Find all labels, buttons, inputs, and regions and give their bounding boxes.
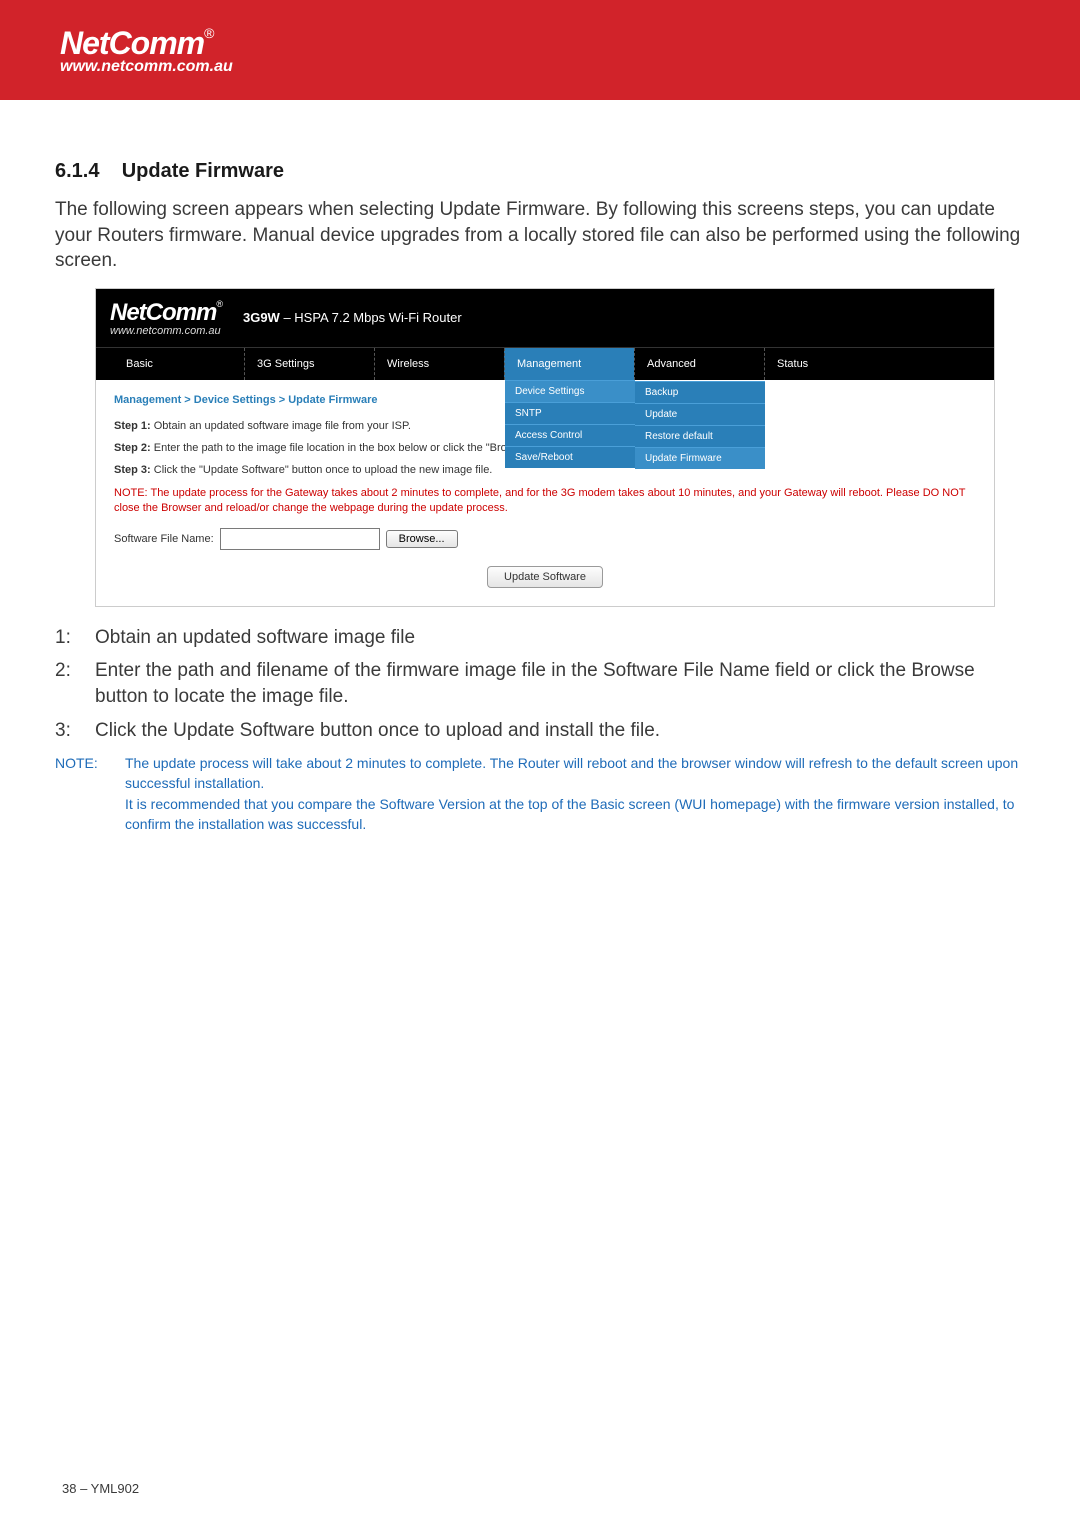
- note-line-1: The update process will take about 2 min…: [125, 753, 1025, 794]
- section-number: 6.1.4: [55, 160, 99, 182]
- browse-button-label: Browse...: [399, 533, 445, 545]
- list-item: 2: Enter the path and filename of the fir…: [55, 658, 1025, 709]
- menu-access-control-label: Access Control: [515, 430, 582, 441]
- tab-management-label: Management: [517, 358, 581, 370]
- menu-sntp[interactable]: SNTP: [505, 402, 635, 424]
- tab-3g-label: 3G Settings: [257, 358, 314, 370]
- brand-header: NetComm® www.netcomm.com.au: [0, 0, 1080, 100]
- submenu-backup-label: Backup: [645, 387, 678, 398]
- router-tab-bar: Basic 3G Settings Wireless Management De…: [96, 347, 994, 380]
- page-footer: 38 – YML902: [62, 1481, 139, 1496]
- intro-paragraph: The following screen appears when select…: [55, 197, 1025, 274]
- step-3-label: Step 3:: [114, 464, 151, 476]
- management-dropdown: Device Settings Backup Update Restore de…: [505, 380, 635, 468]
- tab-3g-settings[interactable]: 3G Settings: [244, 348, 374, 380]
- tab-status-label: Status: [777, 358, 808, 370]
- router-model-sep: –: [280, 310, 294, 325]
- list-text: Enter the path and filename of the firmw…: [95, 658, 1025, 709]
- page-note: NOTE: The update process will take about…: [55, 753, 1025, 834]
- tab-basic[interactable]: Basic: [114, 348, 244, 380]
- submenu-update-firmware-label: Update Firmware: [645, 453, 722, 464]
- router-model-desc: HSPA 7.2 Mbps Wi-Fi Router: [294, 310, 461, 325]
- tab-advanced[interactable]: Advanced: [634, 348, 764, 380]
- note-label: NOTE:: [55, 753, 111, 834]
- submenu-update[interactable]: Update: [635, 403, 765, 425]
- device-settings-submenu: Backup Update Restore default Update Fir…: [635, 381, 765, 469]
- brand-logo-text: NetComm: [60, 25, 204, 61]
- submenu-backup[interactable]: Backup: [635, 381, 765, 403]
- list-item: 1: Obtain an updated software image file: [55, 625, 1025, 651]
- menu-sntp-label: SNTP: [515, 408, 542, 419]
- instruction-list: 1:Obtain an updated software image file …: [55, 625, 1025, 744]
- list-number: 3:: [55, 718, 75, 744]
- step-2-label: Step 2:: [114, 442, 151, 454]
- submenu-restore-label: Restore default: [645, 431, 713, 442]
- update-software-button[interactable]: Update Software: [487, 566, 603, 588]
- router-header: NetComm® www.netcomm.com.au 3G9W – HSPA …: [96, 289, 994, 347]
- router-logo-block: NetComm® www.netcomm.com.au: [110, 299, 223, 337]
- menu-device-settings-label: Device Settings: [515, 386, 584, 397]
- list-item: 3: Click the Update Software button once …: [55, 718, 1025, 744]
- router-logo-text: NetComm: [110, 299, 216, 326]
- list-number: 1:: [55, 625, 75, 651]
- note-line-2: It is recommended that you compare the S…: [125, 794, 1025, 835]
- browse-button[interactable]: Browse...: [386, 530, 458, 548]
- file-row: Software File Name: Browse...: [114, 528, 976, 550]
- tab-status[interactable]: Status: [764, 348, 894, 380]
- menu-save-reboot-label: Save/Reboot: [515, 452, 573, 463]
- tab-wireless[interactable]: Wireless: [374, 348, 504, 380]
- list-text: Obtain an updated software image file: [95, 625, 415, 651]
- tab-management[interactable]: Management Device Settings Backup Update…: [504, 348, 634, 380]
- submenu-update-firmware[interactable]: Update Firmware: [635, 447, 765, 469]
- note-body: The update process will take about 2 min…: [125, 753, 1025, 834]
- step-1-text: Obtain an updated software image file fr…: [151, 420, 411, 432]
- list-number: 2:: [55, 658, 75, 709]
- file-label: Software File Name:: [114, 533, 214, 545]
- router-model: 3G9W: [243, 310, 280, 325]
- brand-url: www.netcomm.com.au: [60, 58, 233, 76]
- tab-advanced-label: Advanced: [647, 358, 696, 370]
- tab-basic-label: Basic: [126, 358, 153, 370]
- step-1-label: Step 1:: [114, 420, 151, 432]
- brand-logo-block: NetComm® www.netcomm.com.au: [60, 25, 233, 76]
- software-file-input[interactable]: [220, 528, 380, 550]
- router-ui-screenshot: NetComm® www.netcomm.com.au 3G9W – HSPA …: [95, 288, 995, 607]
- router-model-title: 3G9W – HSPA 7.2 Mbps Wi-Fi Router: [243, 310, 462, 325]
- router-warning-note: NOTE: The update process for the Gateway…: [114, 486, 976, 516]
- registered-icon: ®: [216, 299, 223, 309]
- section-title: Update Firmware: [122, 160, 284, 182]
- menu-access-control[interactable]: Access Control: [505, 424, 635, 446]
- router-logo-url: www.netcomm.com.au: [110, 325, 223, 337]
- list-text: Click the Update Software button once to…: [95, 718, 660, 744]
- submenu-update-label: Update: [645, 409, 677, 420]
- registered-icon: ®: [204, 25, 214, 41]
- tab-wireless-label: Wireless: [387, 358, 429, 370]
- menu-device-settings[interactable]: Device Settings Backup Update Restore de…: [505, 380, 635, 402]
- menu-save-reboot[interactable]: Save/Reboot: [505, 446, 635, 468]
- section-heading: 6.1.4 Update Firmware: [55, 160, 1025, 183]
- update-software-label: Update Software: [504, 571, 586, 583]
- step-3-text: Click the "Update Software" button once …: [151, 464, 493, 476]
- submenu-restore-default[interactable]: Restore default: [635, 425, 765, 447]
